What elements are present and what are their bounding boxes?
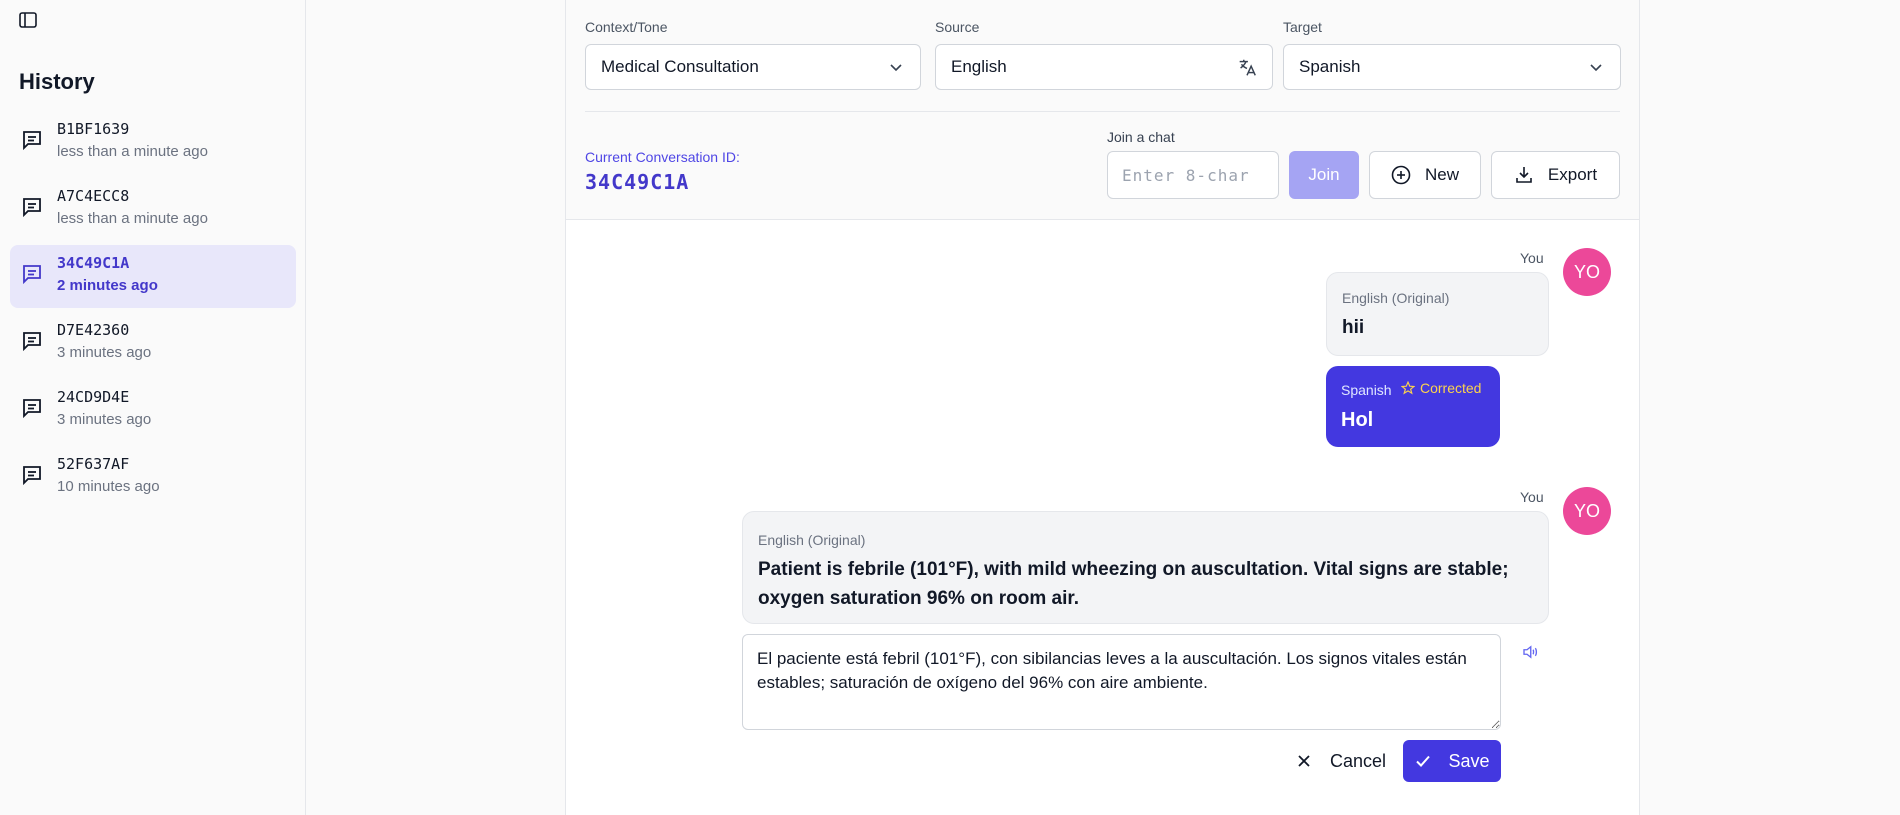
sender-label: You	[1520, 250, 1544, 266]
original-message-text: Patient is febrile (101°F), with mild wh…	[758, 555, 1509, 613]
history-item[interactable]: 24CD9D4E 3 minutes ago	[10, 379, 296, 442]
original-message-bubble: English (Original) Patient is febrile (1…	[742, 511, 1549, 624]
history-item[interactable]: D7E42360 3 minutes ago	[10, 312, 296, 375]
history-item-id: A7C4ECC8	[57, 187, 130, 205]
source-value: English	[951, 57, 1007, 76]
translate-icon	[1239, 59, 1256, 76]
source-label: Source	[935, 19, 980, 35]
context-value: Medical Consultation	[601, 57, 759, 76]
corrected-label: Corrected	[1420, 380, 1482, 396]
history-title: History	[19, 69, 95, 94]
sidebar: History B1BF1639 less than a minute ago …	[0, 0, 306, 815]
history-item[interactable]: 52F637AF 10 minutes ago	[10, 446, 296, 509]
message-square-icon	[23, 265, 41, 285]
source-select[interactable]: English	[935, 44, 1273, 90]
conversation-id-label: Current Conversation ID:	[585, 149, 740, 165]
save-label: Save	[1448, 750, 1490, 771]
translation-language-label: Spanish	[1341, 382, 1392, 398]
translated-message-text: Hol	[1341, 409, 1374, 431]
message-square-icon	[23, 332, 41, 352]
chevron-down-icon	[890, 64, 902, 72]
join-code-input[interactable]	[1107, 151, 1279, 199]
download-icon	[1516, 167, 1532, 183]
history-item-active[interactable]: 34C49C1A 2 minutes ago	[10, 245, 296, 308]
close-icon	[1298, 755, 1310, 767]
sender-label: You	[1520, 489, 1544, 505]
history-item-id: D7E42360	[57, 321, 130, 339]
history-item-time: less than a minute ago	[57, 210, 208, 227]
chevron-down-icon	[1590, 64, 1602, 72]
history-item-id: B1BF1639	[57, 120, 130, 138]
cancel-label: Cancel	[1329, 750, 1387, 771]
header-divider	[585, 111, 1620, 112]
translated-message-bubble[interactable]: Spanish Corrected Hol	[1326, 366, 1500, 447]
history-item-time: 3 minutes ago	[57, 411, 152, 428]
target-value: Spanish	[1299, 57, 1361, 76]
original-message-text: hii	[1342, 317, 1365, 338]
history-item[interactable]: B1BF1639 less than a minute ago	[10, 111, 296, 174]
chat-panel: Context/Tone Medical Consultation Source…	[565, 0, 1640, 815]
conversation-id: 34C49C1A	[585, 170, 690, 194]
history-item-id: 34C49C1A	[57, 254, 130, 272]
history-item-id: 24CD9D4E	[57, 388, 130, 406]
context-label: Context/Tone	[585, 19, 668, 35]
cancel-button[interactable]: Cancel	[1291, 740, 1391, 782]
sidebar-toggle-icon[interactable]	[17, 10, 39, 30]
speaker-icon[interactable]	[1520, 643, 1540, 666]
message-square-icon	[23, 466, 41, 486]
chat-header: Context/Tone Medical Consultation Source…	[566, 0, 1639, 220]
new-button-label: New	[1424, 165, 1459, 184]
export-button-label: Export	[1547, 165, 1598, 184]
star-icon	[1401, 381, 1415, 395]
corrected-badge: Corrected	[1401, 380, 1481, 396]
history-item-time: 3 minutes ago	[57, 344, 152, 361]
avatar: YO	[1563, 248, 1611, 296]
history-list: B1BF1639 less than a minute ago A7C4ECC8…	[10, 111, 296, 513]
plus-circle-icon	[1391, 165, 1411, 185]
export-button[interactable]: Export	[1491, 151, 1620, 199]
message-square-icon	[23, 131, 41, 151]
history-item-time: less than a minute ago	[57, 143, 208, 160]
avatar: YO	[1563, 487, 1611, 535]
new-chat-button[interactable]: New	[1369, 151, 1481, 199]
target-label: Target	[1283, 19, 1322, 35]
original-language-label: English (Original)	[758, 532, 866, 548]
join-chat-label: Join a chat	[1107, 129, 1175, 145]
original-message-line: Patient is febrile (101°F), with mild wh…	[758, 559, 1509, 580]
original-message-line: oxygen saturation 96% on room air.	[758, 588, 1079, 609]
message-square-icon	[23, 198, 41, 218]
history-item-time: 2 minutes ago	[57, 277, 158, 294]
history-item-time: 10 minutes ago	[57, 478, 160, 495]
history-item[interactable]: A7C4ECC8 less than a minute ago	[10, 178, 296, 241]
translation-edit-textarea[interactable]	[742, 634, 1501, 730]
join-button[interactable]: Join	[1289, 151, 1359, 199]
target-select[interactable]: Spanish	[1283, 44, 1621, 90]
save-button[interactable]: Save	[1403, 740, 1501, 782]
context-select[interactable]: Medical Consultation	[585, 44, 921, 90]
check-icon	[1416, 755, 1431, 767]
original-message-bubble: English (Original) hii	[1326, 272, 1549, 356]
message-square-icon	[23, 399, 41, 419]
history-item-id: 52F637AF	[57, 455, 130, 473]
original-language-label: English (Original)	[1342, 290, 1450, 306]
